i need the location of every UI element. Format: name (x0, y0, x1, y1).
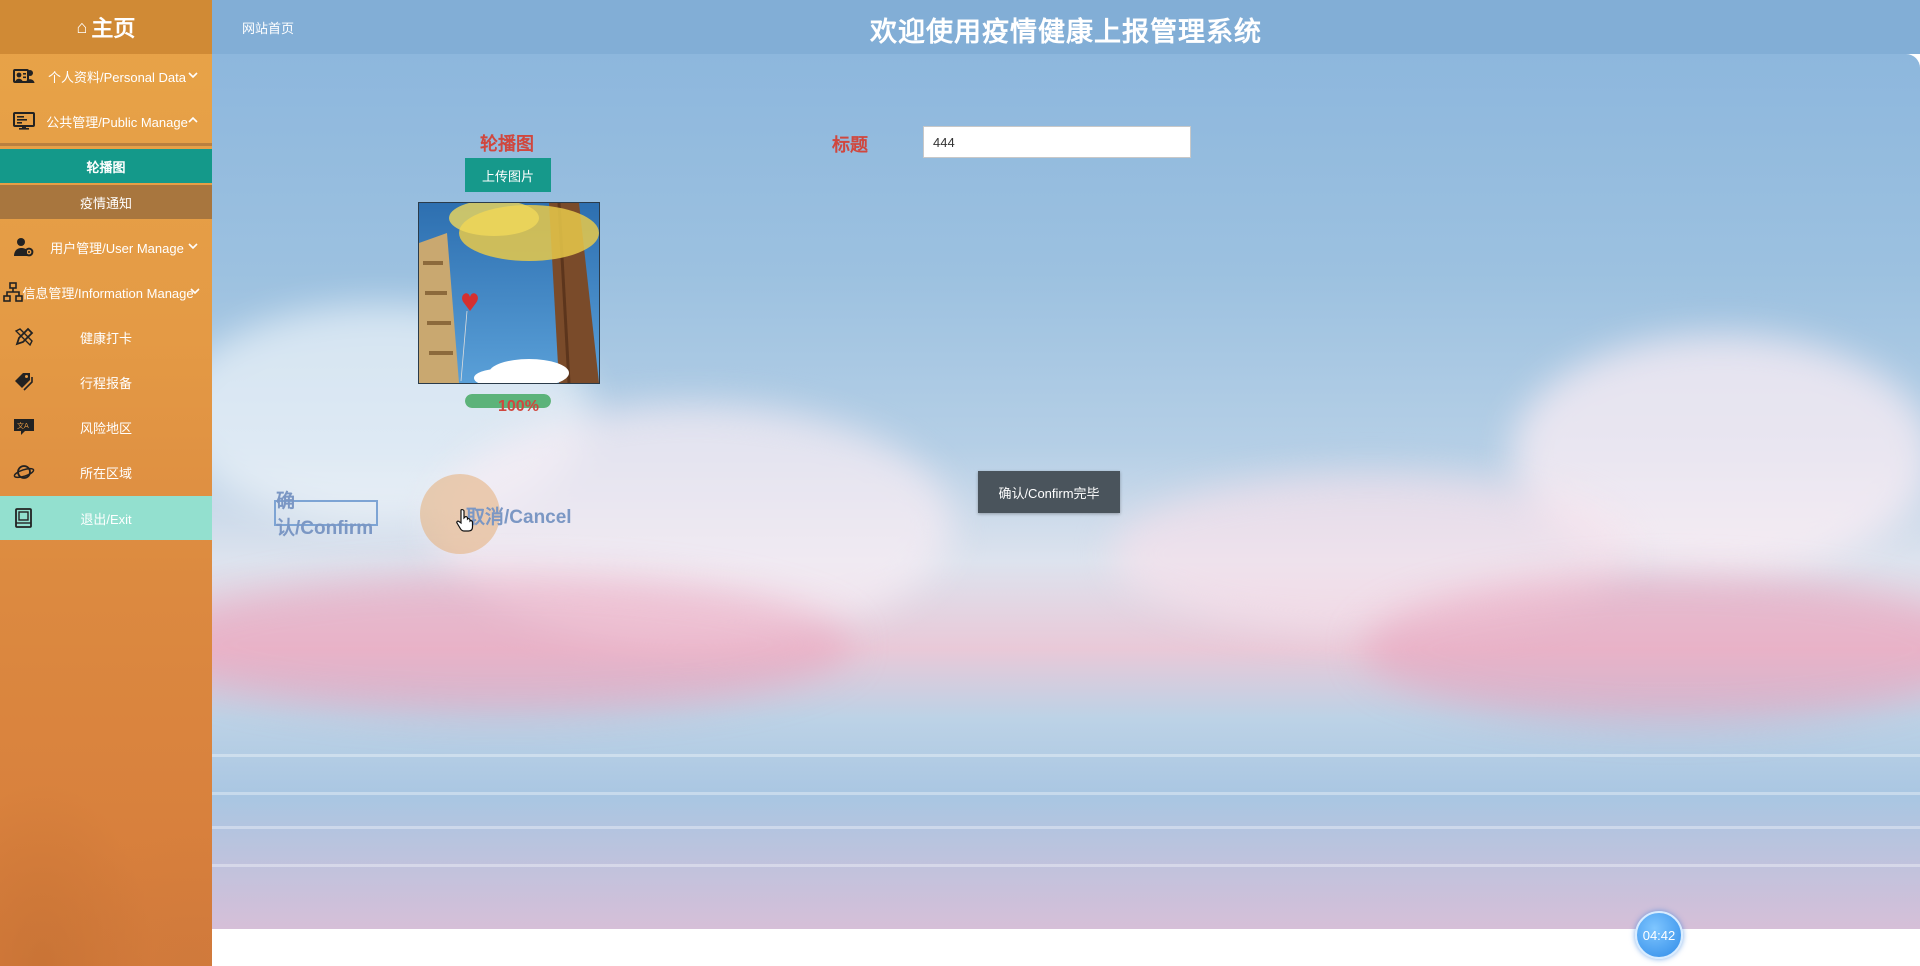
sidebar: ⌂ 主页 个人资料/Personal Data 公共管理/Public Mana… (0, 0, 212, 966)
water-ripple (212, 864, 1920, 867)
submenu-divider (0, 143, 212, 146)
sidebar-item-label: 用户管理/User Manage (50, 240, 184, 256)
sidebar-item-label: 健康打卡 (79, 330, 132, 346)
sidebar-item-information-manage[interactable]: 信息管理/Information Manage (0, 272, 212, 312)
sidebar-item-exit[interactable]: 退出/Exit (0, 496, 212, 540)
submenu-item-carousel[interactable]: 轮播图 (0, 149, 212, 183)
page-title: 欢迎使用疫情健康上报管理系统 (870, 17, 1262, 47)
sidebar-item-label: 公共管理/Public Manage (46, 114, 188, 130)
sidebar-item-personal-data[interactable]: 个人资料/Personal Data (0, 56, 212, 96)
title-input[interactable] (923, 126, 1191, 158)
home-icon: ⌂ (76, 16, 88, 37)
sidebar-item-location[interactable]: 所在区域 (0, 452, 212, 492)
top-bar: 网站首页 欢迎使用疫情健康上报管理系统 (212, 0, 1920, 54)
sidebar-item-risk-area[interactable]: 文A 风险地区 (0, 407, 212, 447)
water-ripple (212, 826, 1920, 829)
main-content: 轮播图 上传图片 100% 标题 确认/Confirm完毕 确认/Co (212, 54, 1920, 929)
sidebar-item-label: 信息管理/Information Manage (22, 285, 194, 301)
sidebar-item-health-checkin[interactable]: 健康打卡 (0, 317, 212, 357)
user-gear-icon (13, 237, 35, 257)
monitor-icon (13, 111, 35, 131)
upload-image-button[interactable]: 上传图片 (465, 158, 551, 192)
carousel-label: 轮播图 (480, 134, 534, 154)
countdown-timer-badge[interactable]: 04:42 (1635, 911, 1683, 959)
confirm-button[interactable]: 确认/Confirm (274, 491, 378, 539)
water-ripple (212, 754, 1920, 757)
sidebar-item-label: 退出/Exit (80, 511, 132, 527)
sidebar-home[interactable]: ⌂ 主页 (0, 0, 212, 54)
chevron-down-icon (188, 72, 198, 79)
sidebar-item-label: 行程报备 (79, 375, 132, 391)
carousel-image-thumbnail[interactable] (418, 202, 600, 384)
sidebar-item-user-manage[interactable]: 用户管理/User Manage (0, 227, 212, 267)
water-ripple (212, 792, 1920, 795)
confirm-done-button[interactable]: 确认/Confirm完毕 (978, 471, 1120, 513)
upload-progress-text: 100% (498, 398, 539, 415)
hand-cursor-icon (456, 508, 474, 532)
sidebar-item-label: 所在区域 (79, 465, 132, 481)
sidebar-item-public-manage[interactable]: 公共管理/Public Manage (0, 101, 212, 141)
sidebar-home-label: 主页 (91, 16, 136, 41)
background-pink-hill (212, 574, 852, 714)
sidebar-item-label: 风险地区 (79, 420, 132, 436)
sidebar-item-trip-report[interactable]: 行程报备 (0, 362, 212, 402)
background-pink-hill (1362, 574, 1920, 724)
chevron-down-icon (190, 288, 200, 295)
sidebar-item-label: 个人资料/Personal Data (48, 69, 186, 85)
chevron-up-icon (188, 116, 198, 123)
submenu-item-epidemic-notice[interactable]: 疫情通知 (0, 185, 212, 219)
title-label: 标题 (832, 135, 868, 155)
user-card-icon (13, 66, 35, 86)
sidebar-background-art (0, 546, 212, 966)
cancel-button[interactable]: 取消/Cancel (466, 502, 572, 529)
chevron-down-icon (188, 243, 198, 250)
